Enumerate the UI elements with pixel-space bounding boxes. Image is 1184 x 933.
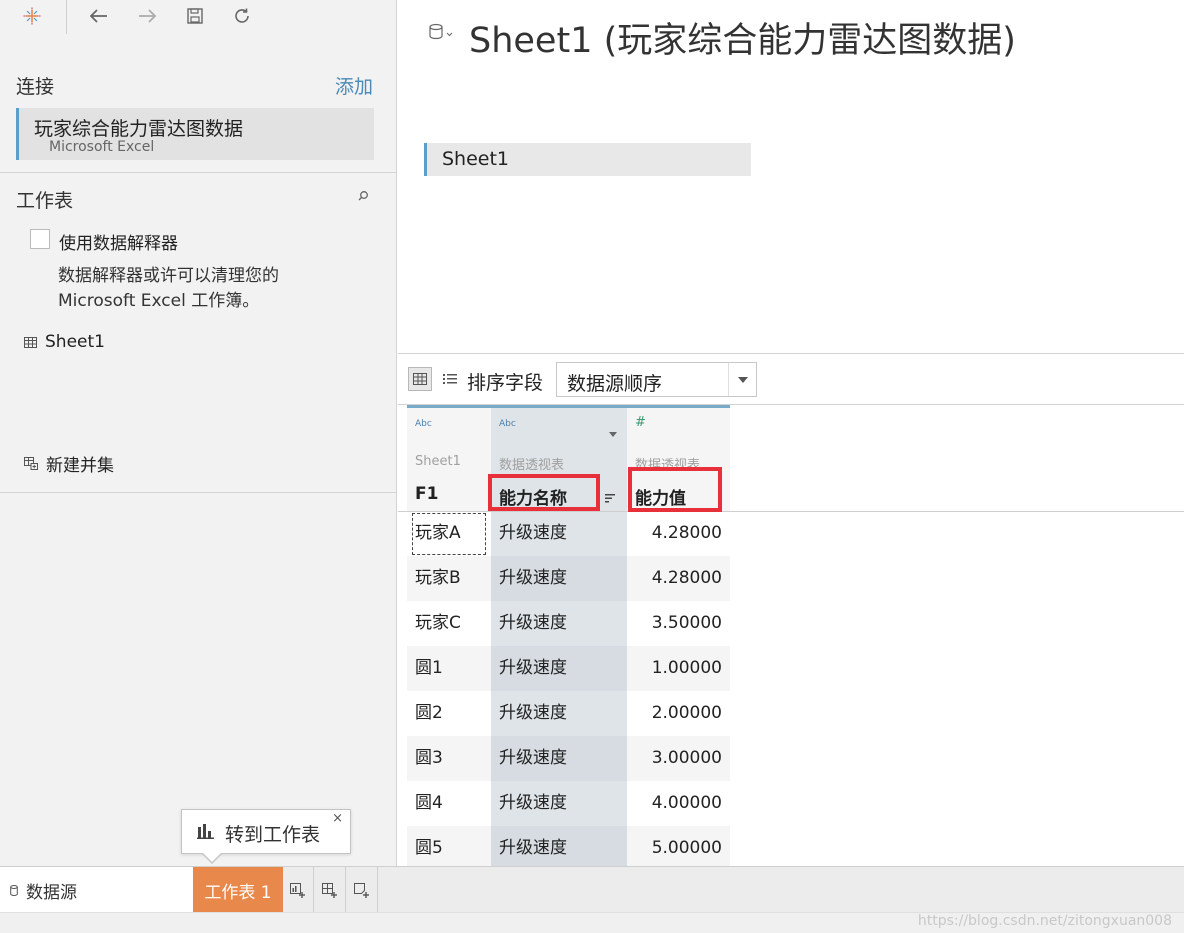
list-view-icon[interactable] <box>438 367 462 391</box>
table-cell[interactable]: 3.50000 <box>627 601 730 646</box>
data-interpreter-label: 使用数据解释器 <box>59 234 178 254</box>
column-source: 数据透视表 <box>499 458 565 473</box>
connections-title: 连接 <box>16 76 55 98</box>
table-cell[interactable]: 圆3 <box>407 736 491 781</box>
divider <box>0 172 397 173</box>
string-type-icon[interactable]: Abc <box>499 419 516 429</box>
highlight-box-ability-name <box>488 474 600 511</box>
table-cell[interactable]: 升级速度 <box>491 691 627 736</box>
table-cell[interactable]: 圆5 <box>407 826 491 866</box>
table-cell[interactable]: 升级速度 <box>491 781 627 826</box>
table-cell[interactable]: 圆1 <box>407 646 491 691</box>
search-icon[interactable] <box>356 188 372 204</box>
table-cell[interactable]: 3.00000 <box>627 736 730 781</box>
table-cell[interactable]: 1.00000 <box>627 646 730 691</box>
chevron-down-icon[interactable] <box>609 422 619 437</box>
add-connection-link[interactable]: 添加 <box>335 72 373 99</box>
database-icon <box>10 884 18 896</box>
tooltip-tail-fill <box>203 853 221 862</box>
save-icon[interactable] <box>181 2 209 30</box>
number-type-icon[interactable]: # <box>635 415 646 430</box>
table-cell[interactable]: 升级速度 <box>491 736 627 781</box>
toolbar-separator <box>66 0 67 34</box>
tab-data-source-label: 数据源 <box>26 882 77 903</box>
table-cell[interactable]: 升级速度 <box>491 511 627 556</box>
column-field-name[interactable]: F1 <box>415 484 438 504</box>
new-story-icon[interactable] <box>347 867 378 913</box>
watermark-text: https://blog.csdn.net/zitongxuan008 <box>917 913 1172 929</box>
canvas-table-sheet1[interactable]: Sheet1 <box>424 143 751 176</box>
data-interpreter-checkbox[interactable] <box>30 229 50 249</box>
new-worksheet-icon[interactable] <box>283 867 314 913</box>
worksheets-title: 工作表 <box>16 190 74 212</box>
table-cell[interactable]: 4.00000 <box>627 781 730 826</box>
table-cell[interactable]: 5.00000 <box>627 826 730 866</box>
table-sheet-icon <box>24 336 37 348</box>
data-source-title[interactable]: Sheet1 (玩家综合能力雷达图数据) <box>469 12 1016 63</box>
table-cell[interactable]: 圆2 <box>407 691 491 736</box>
selected-cell-outline <box>412 513 486 555</box>
sheet-item-label: Sheet1 <box>45 332 105 352</box>
tab-worksheet-label: 工作表 1 <box>204 882 272 903</box>
tab-worksheet-1[interactable]: 工作表 1 <box>193 867 283 913</box>
tableau-data-source-page: 连接 添加 玩家综合能力雷达图数据 Microsoft Excel 工作表 使用… <box>0 0 1184 933</box>
table-cell[interactable]: 升级速度 <box>491 646 627 691</box>
divider <box>0 492 397 493</box>
string-type-icon[interactable]: Abc <box>415 419 432 429</box>
table-cell[interactable]: 4.28000 <box>627 511 730 556</box>
highlight-box-ability-value <box>628 467 722 512</box>
goto-worksheet-label: 转到工作表 <box>225 824 321 846</box>
table-cell[interactable]: 圆4 <box>407 781 491 826</box>
new-union-item[interactable]: 新建并集 <box>24 451 114 476</box>
bar-chart-icon <box>197 823 215 843</box>
sort-fields-value: 数据源顺序 <box>567 373 663 395</box>
sort-fields-select[interactable]: 数据源顺序 <box>556 362 757 397</box>
tableau-logo-icon[interactable] <box>18 2 46 30</box>
union-icon <box>24 457 38 470</box>
column-source: Sheet1 <box>415 454 461 469</box>
new-union-label: 新建并集 <box>46 456 114 476</box>
back-arrow-icon[interactable] <box>85 2 113 30</box>
table-cell[interactable]: 4.28000 <box>627 556 730 601</box>
table-cell[interactable]: 升级速度 <box>491 601 627 646</box>
database-icon[interactable] <box>428 22 454 42</box>
connection-type: Microsoft Excel <box>49 139 155 155</box>
canvas-table-label: Sheet1 <box>442 148 510 170</box>
bottom-tab-bar: 数据源 工作表 1 <box>0 866 1184 913</box>
table-cell[interactable]: 升级速度 <box>491 556 627 601</box>
column-header[interactable]: Abc Sheet1 F1 <box>407 405 491 511</box>
header-divider <box>398 511 1184 512</box>
connection-item[interactable]: 玩家综合能力雷达图数据 Microsoft Excel <box>16 108 374 160</box>
chevron-down-icon[interactable] <box>728 363 756 396</box>
connection-name: 玩家综合能力雷达图数据 <box>34 118 244 140</box>
grid-view-icon[interactable] <box>408 367 432 391</box>
top-toolbar <box>0 0 397 34</box>
sheet-item-sheet1[interactable]: Sheet1 <box>24 332 105 352</box>
data-interpreter-description: 数据解释器或许可以清理您的 Microsoft Excel 工作簿。 <box>58 266 279 311</box>
forward-arrow-icon[interactable] <box>133 2 161 30</box>
status-bar: https://blog.csdn.net/zitongxuan008 <box>0 912 1184 933</box>
refresh-icon[interactable] <box>228 2 256 30</box>
goto-worksheet-tooltip[interactable]: 转到工作表 × <box>181 809 351 864</box>
left-pane: 连接 添加 玩家综合能力雷达图数据 Microsoft Excel 工作表 使用… <box>0 0 397 866</box>
close-icon[interactable]: × <box>332 811 343 826</box>
table-cell[interactable]: 玩家C <box>407 601 491 646</box>
tab-data-source[interactable]: 数据源 <box>0 867 193 913</box>
new-dashboard-icon[interactable] <box>315 867 346 913</box>
grid-toolbar: 排序字段 数据源顺序 <box>398 353 1184 405</box>
sort-icon[interactable] <box>605 488 617 507</box>
table-cell[interactable]: 2.00000 <box>627 691 730 736</box>
table-cell[interactable]: 玩家B <box>407 556 491 601</box>
sort-fields-label: 排序字段 <box>467 372 544 394</box>
table-cell[interactable]: 升级速度 <box>491 826 627 866</box>
